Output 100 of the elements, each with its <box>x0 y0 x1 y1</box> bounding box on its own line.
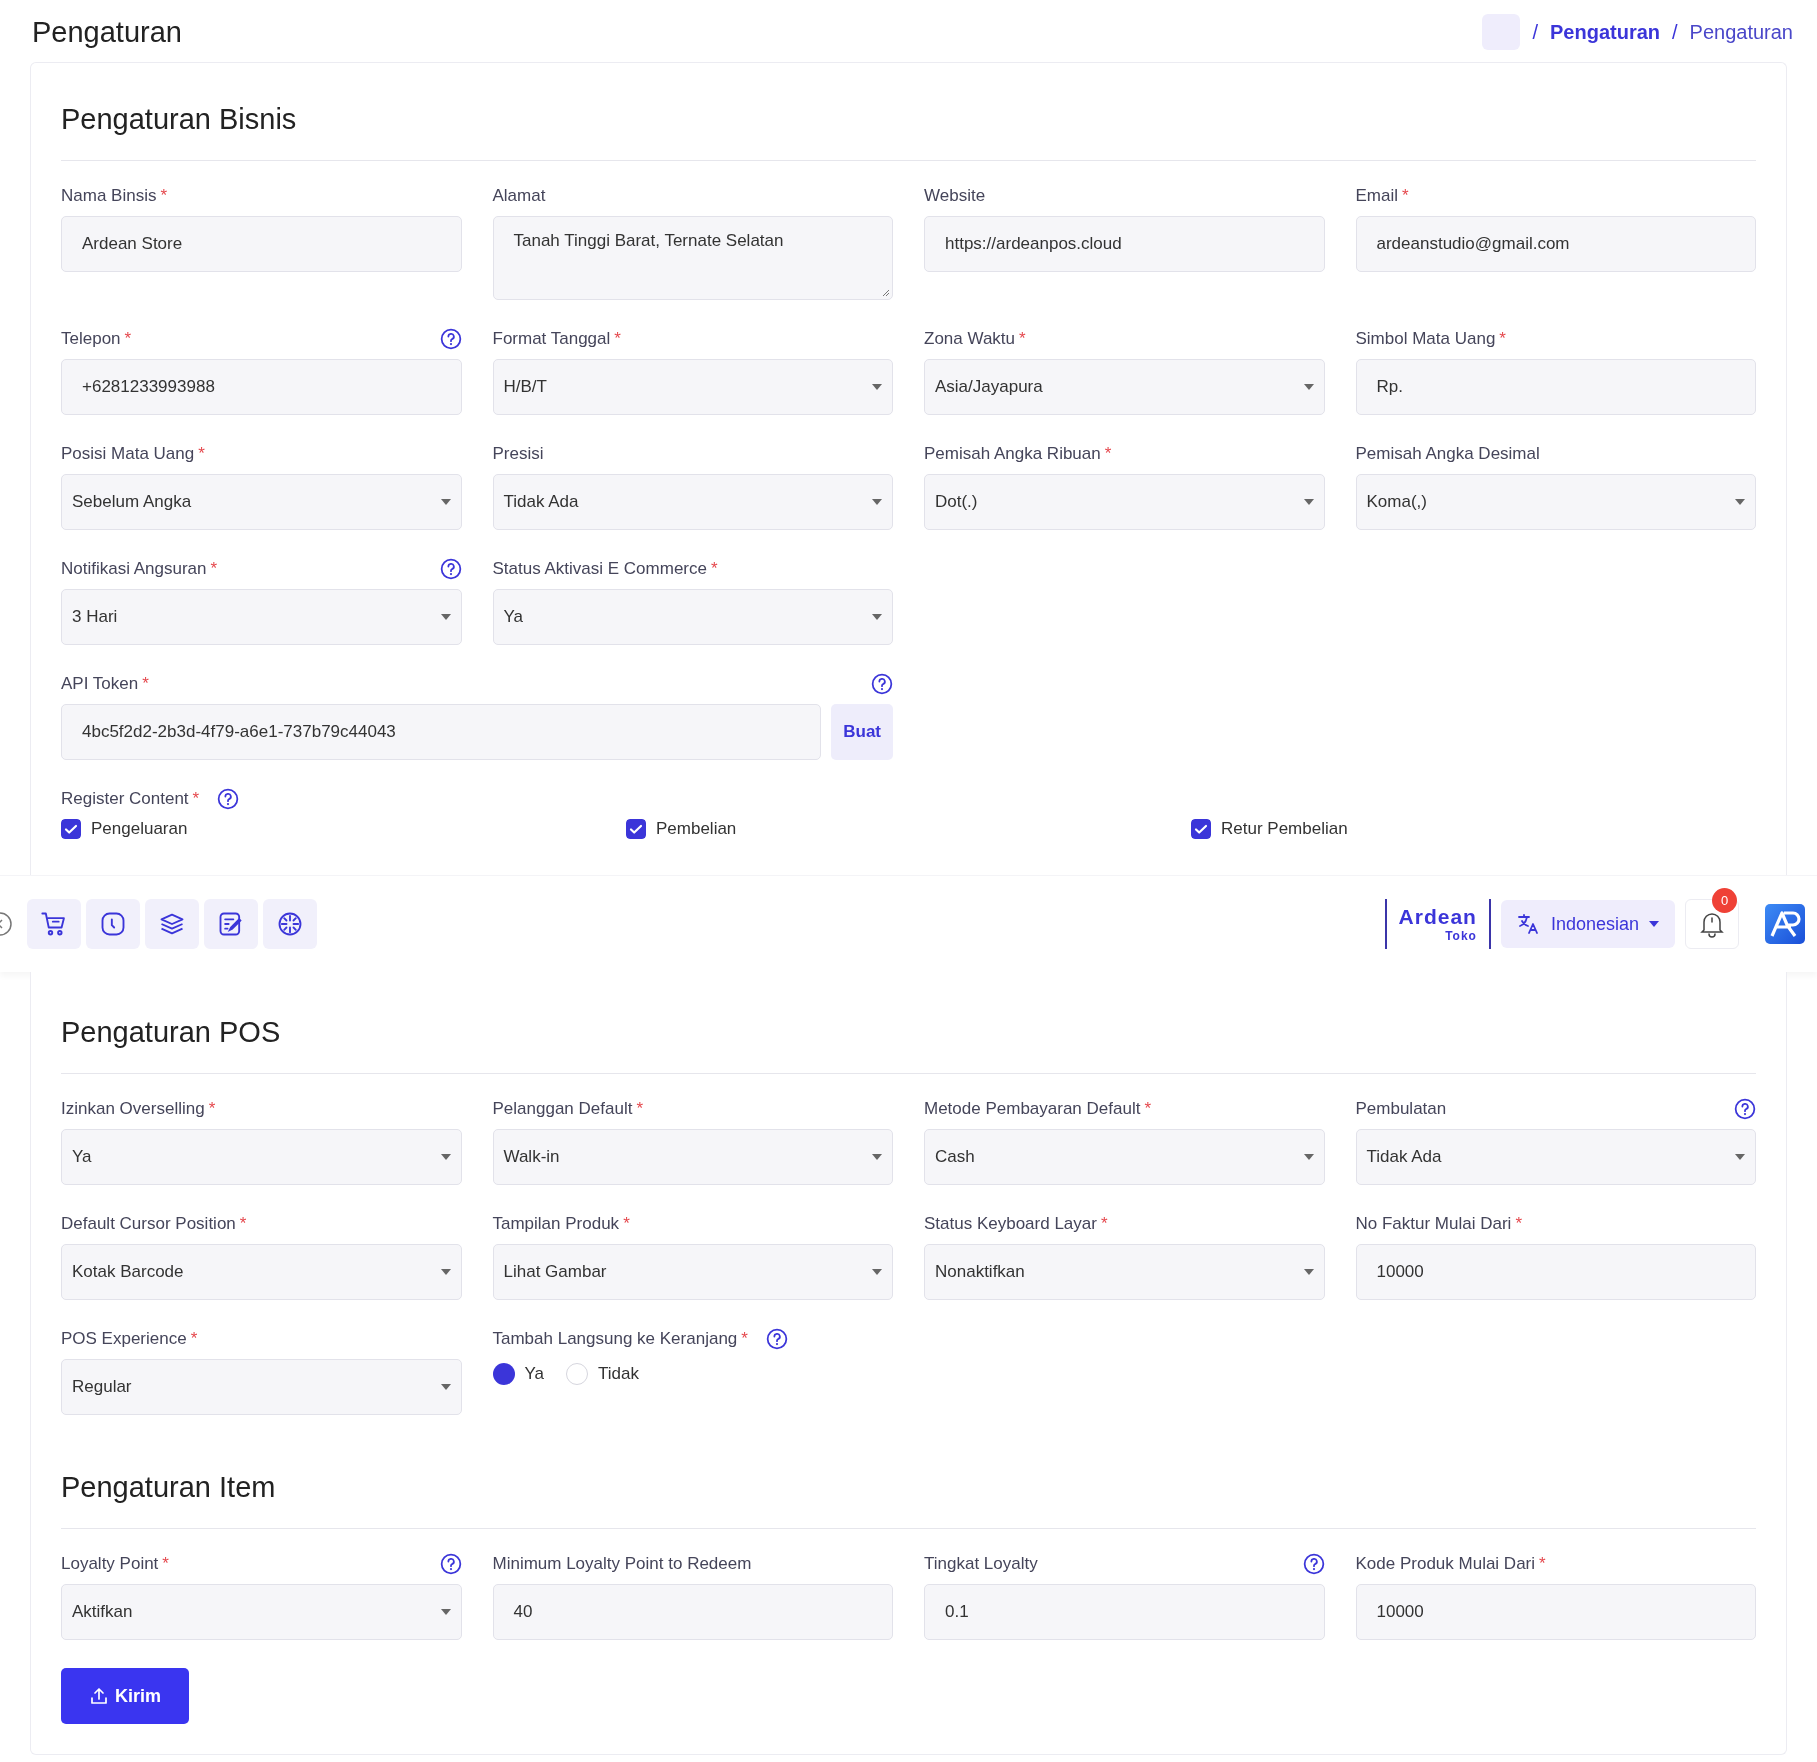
checkbox-label: Retur Pembelian <box>1221 819 1348 839</box>
radio-button[interactable] <box>492 1363 515 1385</box>
select-field[interactable]: Regular <box>61 1359 462 1415</box>
field-label: Format Tanggal * <box>492 329 621 349</box>
translate-icon <box>1516 912 1541 936</box>
bell-icon <box>1699 910 1725 938</box>
brand-name: Ardean <box>1398 905 1477 929</box>
field-label: Simbol Mata Uang * <box>1355 329 1506 349</box>
text-field[interactable]: Rp. <box>1355 359 1756 415</box>
brand-subtitle: Toko <box>1445 929 1477 943</box>
select-field[interactable]: Sebelum Angka <box>61 474 462 530</box>
caret-icon <box>872 614 882 620</box>
breadcrumb-separator: / <box>1532 20 1538 44</box>
checkbox-label: Pembelian <box>656 819 737 839</box>
section-title: Pengaturan Item <box>61 1443 1756 1529</box>
select-field[interactable]: Asia/Jayapura <box>924 359 1325 415</box>
section-title: Pengaturan POS <box>61 976 1756 1074</box>
field-label: Pelanggan Default * <box>492 1099 643 1119</box>
cart-icon[interactable] <box>27 899 81 949</box>
select-field[interactable]: Ya <box>492 589 893 645</box>
radio-button[interactable] <box>566 1363 589 1385</box>
field-label: Notifikasi Angsuran * <box>61 559 218 579</box>
select-field[interactable]: Nonaktifkan <box>924 1244 1325 1300</box>
select-field[interactable]: Dot(.) <box>924 474 1325 530</box>
select-field[interactable]: 3 Hari <box>61 589 462 645</box>
textarea-field[interactable]: Tanah Tinggi Barat, Ternate Selatan <box>492 216 893 300</box>
select-field[interactable]: H/B/T <box>492 359 893 415</box>
caret-icon <box>440 1384 451 1390</box>
help-icon[interactable] <box>765 1328 788 1350</box>
text-field[interactable]: 10000 <box>1355 1584 1756 1640</box>
field-label: Pemisah Angka Desimal <box>1355 444 1540 464</box>
caret-icon <box>440 499 451 505</box>
caret-icon <box>872 499 882 505</box>
caret-icon <box>440 614 451 620</box>
text-field[interactable]: Ardean Store <box>61 216 462 272</box>
help-icon[interactable] <box>1734 1098 1756 1120</box>
checkbox[interactable] <box>61 819 81 839</box>
select-field[interactable]: Tidak Ada <box>492 474 893 530</box>
caret-icon <box>1303 499 1314 505</box>
caret-icon <box>872 384 882 390</box>
field-label: Metode Pembayaran Default * <box>924 1099 1152 1119</box>
help-icon[interactable] <box>1302 1553 1325 1575</box>
clock-icon[interactable] <box>86 899 140 949</box>
caret-icon <box>872 1269 882 1275</box>
help-icon[interactable] <box>217 788 240 810</box>
submit-button[interactable]: Kirim <box>61 1668 189 1724</box>
help-icon[interactable] <box>871 673 893 695</box>
field-label: Presisi <box>492 444 544 464</box>
select-field[interactable]: Koma(,) <box>1355 474 1756 530</box>
field-label: Izinkan Overselling * <box>61 1099 216 1119</box>
caret-icon <box>440 1154 451 1160</box>
field-label: Loyalty Point * <box>61 1554 169 1574</box>
text-field[interactable]: +6281233993988 <box>61 359 462 415</box>
checkbox[interactable] <box>626 819 646 839</box>
breadcrumb-link[interactable]: Pengaturan <box>1689 20 1793 44</box>
help-icon[interactable] <box>439 558 462 580</box>
checkbox[interactable] <box>1191 819 1211 839</box>
language-button[interactable]: Indonesian <box>1500 900 1675 948</box>
field-label: Minimum Loyalty Point to Redeem <box>492 1554 752 1574</box>
resize-handle-icon[interactable] <box>880 287 890 297</box>
select-field[interactable]: Lihat Gambar <box>492 1244 893 1300</box>
text-field[interactable]: ardeanstudio@gmail.com <box>1355 216 1756 272</box>
select-field[interactable]: Tidak Ada <box>1355 1129 1756 1185</box>
select-field[interactable]: Cash <box>924 1129 1325 1185</box>
field-label: Pemisah Angka Ribuan * <box>924 444 1112 464</box>
caret-icon <box>1303 1269 1314 1275</box>
field-label: Tampilan Produk * <box>492 1214 630 1234</box>
token-field[interactable]: 4bc5f2d2-2b3d-4f79-a6e1-737b79c44043 <box>61 704 822 760</box>
generate-button[interactable]: Buat <box>831 704 893 760</box>
field-label: Status Keyboard Layar * <box>924 1214 1108 1234</box>
breadcrumb-link[interactable]: Pengaturan <box>1550 20 1660 44</box>
upload-icon <box>89 1686 109 1706</box>
breadcrumb-separator: / <box>1672 20 1678 44</box>
select-field[interactable]: Ya <box>61 1129 462 1185</box>
field-label: Zona Waktu * <box>924 329 1026 349</box>
logo-icon[interactable] <box>1765 904 1805 944</box>
field-label: Status Aktivasi E Commerce * <box>492 559 718 579</box>
help-icon[interactable] <box>439 328 462 350</box>
help-icon[interactable] <box>439 1553 462 1575</box>
text-field[interactable]: https://ardeanpos.cloud <box>924 216 1325 272</box>
field-label: Telepon * <box>61 329 132 349</box>
text-field[interactable]: 10000 <box>1355 1244 1756 1300</box>
field-label: Posisi Mata Uang * <box>61 444 205 464</box>
select-field[interactable]: Walk-in <box>492 1129 893 1185</box>
caret-icon <box>1303 1154 1314 1160</box>
field-label: API Token * <box>61 674 149 694</box>
layers-icon[interactable] <box>145 899 199 949</box>
edit-note-icon[interactable] <box>204 899 258 949</box>
field-label: Tingkat Loyalty <box>924 1554 1038 1574</box>
select-field[interactable]: Aktifkan <box>61 1584 462 1640</box>
notification-badge: 0 <box>1712 888 1737 913</box>
field-label: Email * <box>1355 186 1409 206</box>
field-label: Register Content * <box>61 789 200 809</box>
text-field[interactable]: 0.1 <box>924 1584 1325 1640</box>
field-label: Website <box>924 186 986 206</box>
field-label: No Faktur Mulai Dari * <box>1355 1214 1522 1234</box>
checkbox-label: Pengeluaran <box>91 819 188 839</box>
text-field[interactable]: 40 <box>492 1584 893 1640</box>
select-field[interactable]: Kotak Barcode <box>61 1244 462 1300</box>
caret-icon <box>1735 1154 1745 1160</box>
